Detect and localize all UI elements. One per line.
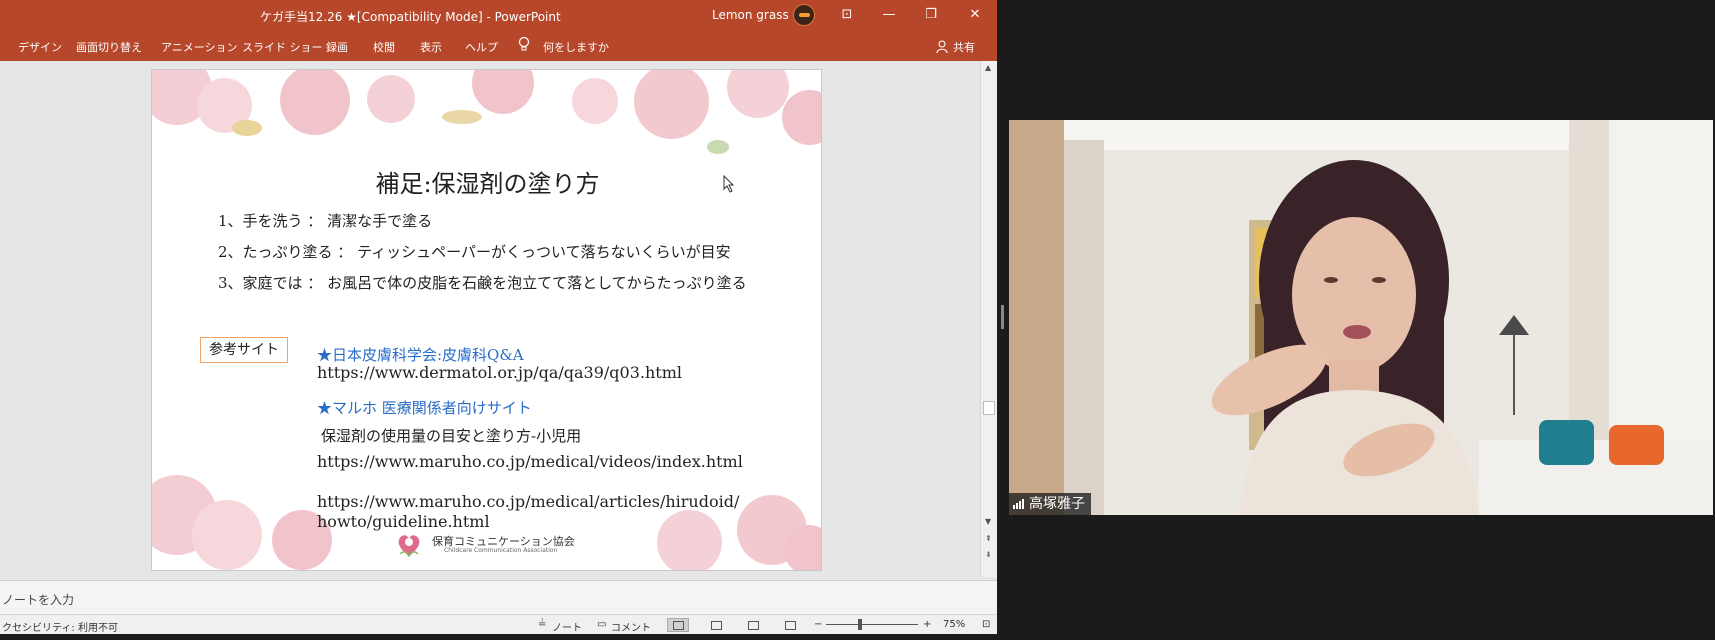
url-maruho-guideline-line1[interactable]: https://www.maruho.co.jp/medical/article… <box>317 492 739 511</box>
panel-splitter[interactable] <box>1001 305 1004 329</box>
title-bar: ケガ手当12.26 ★[Compatibility Mode] - PowerP… <box>0 0 997 31</box>
maximize-button[interactable]: ❐ <box>922 6 940 24</box>
scroll-up-icon[interactable]: ▲ <box>985 63 991 72</box>
tab-design[interactable]: デザイン <box>18 39 62 55</box>
zoom-in-button[interactable]: + <box>923 619 931 630</box>
zoom-level[interactable]: 75% <box>943 619 965 630</box>
comment-icon[interactable]: ▭ <box>597 619 606 630</box>
signal-strength-icon <box>1013 499 1025 509</box>
reference-label: 参考サイト <box>200 337 288 363</box>
url-maruho-videos[interactable]: https://www.maruho.co.jp/medical/videos/… <box>317 452 743 471</box>
tab-animations[interactable]: アニメーション <box>161 39 238 55</box>
step-3: 3、家庭では ： お風呂で体の皮脂を石鹸を泡立てて落としてからたっぷり塗る <box>218 274 747 292</box>
video-frame <box>1009 120 1713 515</box>
step-1: 1、手を洗う ： 清潔な手で塗る <box>218 212 433 230</box>
participant-name: 高塚雅子 <box>1029 496 1085 512</box>
tab-review[interactable]: 校閲 <box>373 39 395 55</box>
zoom-slider-thumb[interactable] <box>858 619 862 630</box>
rose-decoration <box>727 70 789 118</box>
lightbulb-icon[interactable] <box>518 36 530 52</box>
slideshow-view-button[interactable] <box>779 618 801 632</box>
notes-toggle-icon[interactable]: ≟ <box>538 619 546 630</box>
rose-decoration <box>192 500 262 570</box>
tell-me-search[interactable]: 何をしますか <box>543 39 609 55</box>
share-button[interactable]: 共有 <box>953 39 975 55</box>
url-maruho-guideline-line2[interactable]: howto/guideline.html <box>317 512 490 531</box>
step-2: 2、たっぷり塗る ： ティッシュペーパーがくっついて落ちないくらいが目安 <box>218 243 731 261</box>
tab-view[interactable]: 表示 <box>420 39 442 55</box>
rose-decoration <box>472 70 534 114</box>
mouse-cursor-icon <box>723 175 735 193</box>
slide-title: 補足:保湿剤の塗り方 <box>375 170 600 198</box>
previous-slide-icon[interactable]: ⇞ <box>985 534 992 543</box>
accessibility-status[interactable]: クセシビリティ: 利用不可 <box>2 619 118 634</box>
url-dermatol[interactable]: https://www.dermatol.or.jp/qa/qa39/q03.h… <box>317 363 682 382</box>
tab-transitions[interactable]: 画面切り替え <box>76 39 142 55</box>
link-heading-maruho[interactable]: ★マルホ 医療関係者向けサイト <box>317 397 532 418</box>
next-slide-icon[interactable]: ⇟ <box>985 550 992 559</box>
fit-slide-icon[interactable]: ⊡ <box>982 619 990 630</box>
powerpoint-window: ケガ手当12.26 ★[Compatibility Mode] - PowerP… <box>0 0 997 634</box>
rose-decoration <box>634 70 709 139</box>
zoom-out-button[interactable]: − <box>814 619 822 630</box>
rose-decoration <box>657 510 722 570</box>
organization-name-english: Childcare Communication Association <box>444 547 558 554</box>
link-heading-dermatol[interactable]: ★日本皮膚科学会:皮膚科Q&A <box>317 344 524 365</box>
leaf-decoration <box>707 140 729 154</box>
status-bar: クセシビリティ: 利用不可 ≟ ノート ▭ コメント − + 75% ⊡ <box>0 614 997 634</box>
close-button[interactable]: ✕ <box>966 6 984 24</box>
user-name[interactable]: Lemon grass <box>712 8 789 22</box>
maruho-subtitle: 保湿剤の使用量の目安と塗り方-小児用 <box>321 427 582 445</box>
participant-video[interactable]: 高塚雅子 <box>1009 120 1713 515</box>
reading-view-button[interactable] <box>742 618 764 632</box>
zoom-slider[interactable] <box>826 624 918 625</box>
rose-decoration <box>367 75 415 123</box>
comments-button[interactable]: コメント <box>611 619 651 634</box>
vertical-scrollbar[interactable]: ▲ ▼ ⇞ ⇟ <box>980 61 997 577</box>
flower-decoration <box>232 120 262 136</box>
scroll-thumb[interactable] <box>983 401 995 415</box>
notes-placeholder[interactable]: ノートを入力 <box>2 591 74 608</box>
tab-help[interactable]: ヘルプ <box>465 39 498 55</box>
normal-view-button[interactable] <box>667 618 689 632</box>
avatar[interactable] <box>793 4 815 26</box>
ribbon-tabs: デザイン 画面切り替え アニメーション スライド ショー 録画 校閲 表示 ヘル… <box>0 31 997 61</box>
minimize-button[interactable]: — <box>880 6 898 24</box>
rose-decoration <box>782 90 821 145</box>
tab-slideshow[interactable]: スライド ショー <box>242 39 323 55</box>
window-title: ケガ手当12.26 ★[Compatibility Mode] - PowerP… <box>260 10 561 24</box>
tab-record[interactable]: 録画 <box>326 39 348 55</box>
notes-toggle-button[interactable]: ノート <box>552 619 582 634</box>
rose-decoration <box>572 78 618 124</box>
person-icon[interactable] <box>936 40 948 53</box>
organization-logo-icon <box>398 535 420 558</box>
slide-sorter-view-button[interactable] <box>705 618 727 632</box>
participant-name-tag: 高塚雅子 <box>1009 493 1091 515</box>
notes-pane[interactable]: ノートを入力 <box>0 580 997 614</box>
screen: ケガ手当12.26 ★[Compatibility Mode] - PowerP… <box>0 0 1715 640</box>
flower-decoration <box>442 110 482 124</box>
slide[interactable]: 補足:保湿剤の塗り方 1、手を洗う ： 清潔な手で塗る 2、たっぷり塗る ： テ… <box>151 69 822 571</box>
rose-decoration <box>280 70 350 135</box>
scroll-down-icon[interactable]: ▼ <box>985 517 991 526</box>
ribbon-display-icon[interactable]: ⊡ <box>838 6 856 24</box>
